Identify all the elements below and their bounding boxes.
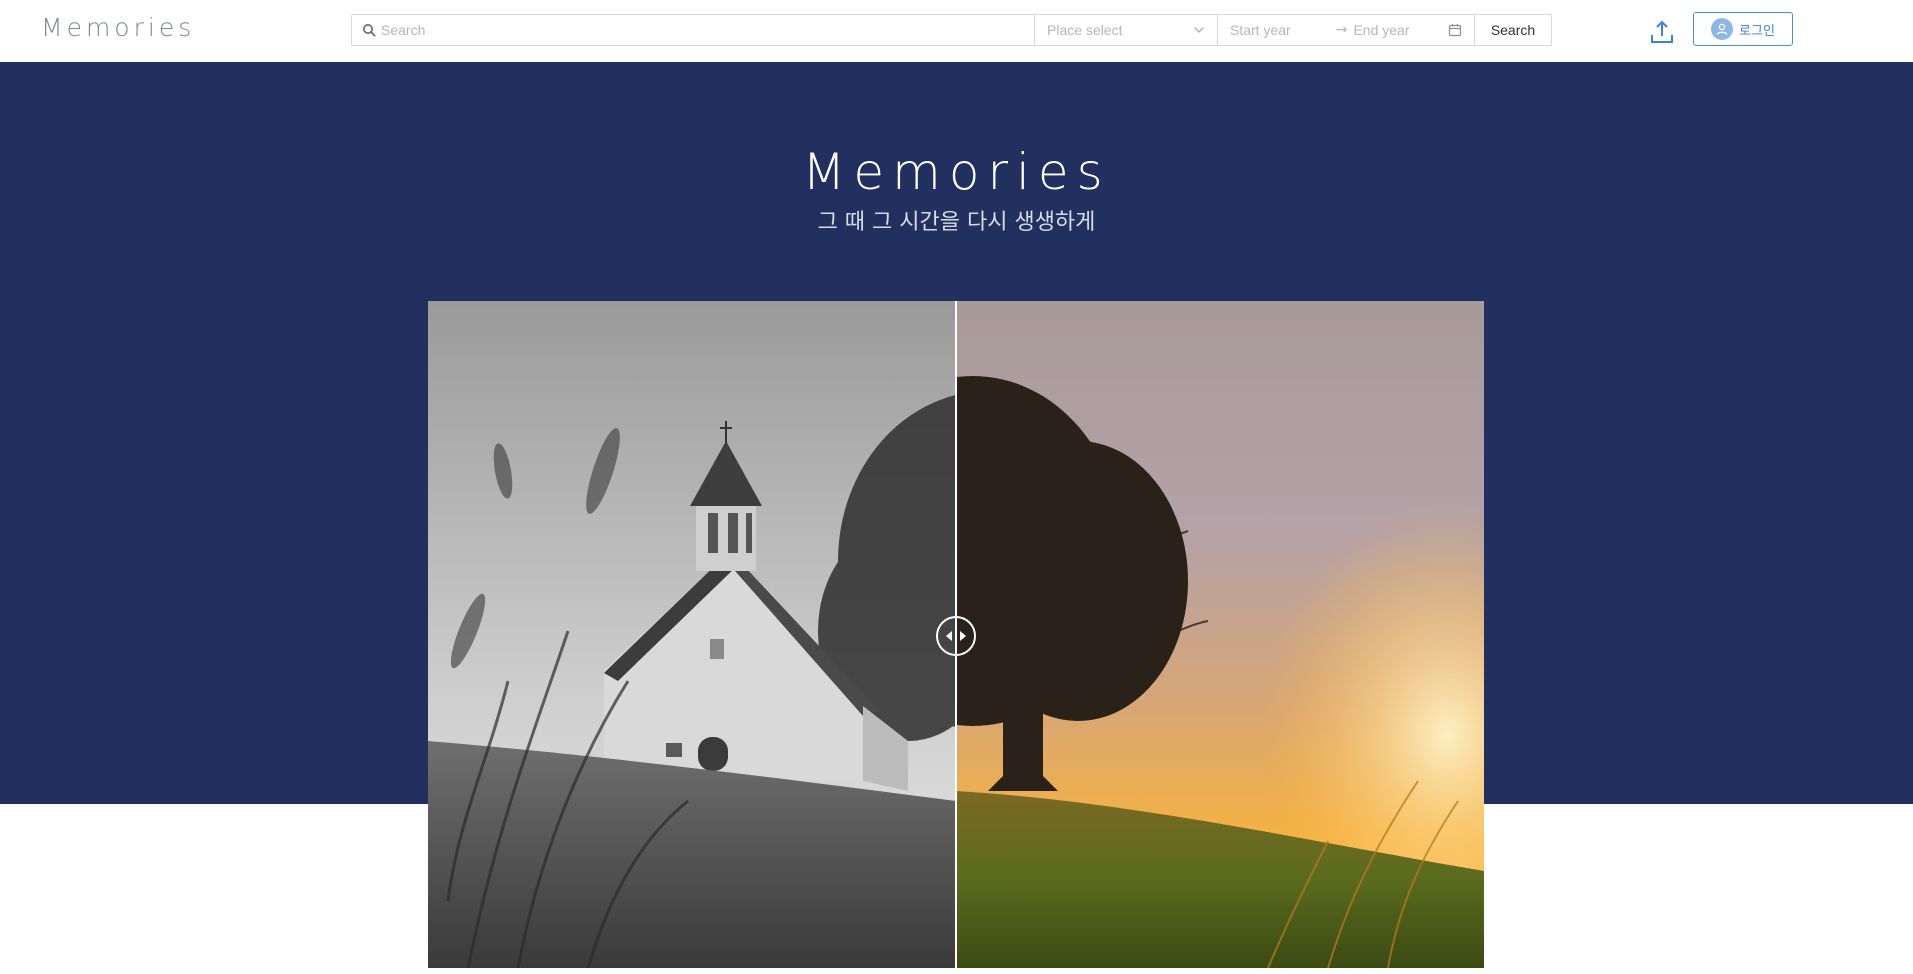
user-avatar-icon [1711,18,1734,40]
upload-button[interactable] [1648,18,1676,46]
start-year-input[interactable]: Start year [1230,22,1330,38]
range-arrow-icon: → [1335,22,1348,38]
end-year-input[interactable]: End year [1353,22,1448,38]
calendar-icon [1448,24,1462,37]
login-label: 로그인 [1739,23,1775,39]
chevron-down-icon [1194,27,1204,33]
drag-handle-arrows-icon [946,629,966,643]
search-bar: Place select Start year → End year Searc… [351,14,1552,46]
hero-title: Memories [802,143,1111,201]
search-icon [363,24,376,37]
login-button[interactable]: 로그인 [1693,12,1793,46]
search-field[interactable] [351,14,1035,46]
before-after-compare[interactable] [428,301,1484,968]
year-range-picker[interactable]: Start year → End year [1218,14,1475,46]
hero-subtitle: 그 때 그 시간을 다시 생생하게 [817,210,1096,235]
search-input[interactable] [381,22,1021,38]
place-select[interactable]: Place select [1035,14,1218,46]
search-button[interactable]: Search [1475,14,1552,46]
logo[interactable]: Memories [41,13,195,43]
place-select-placeholder: Place select [1047,22,1123,38]
upload-icon [1651,20,1673,43]
compare-slider-handle[interactable] [936,616,976,656]
top-header: Memories Place select Start year → End y… [0,0,1913,62]
